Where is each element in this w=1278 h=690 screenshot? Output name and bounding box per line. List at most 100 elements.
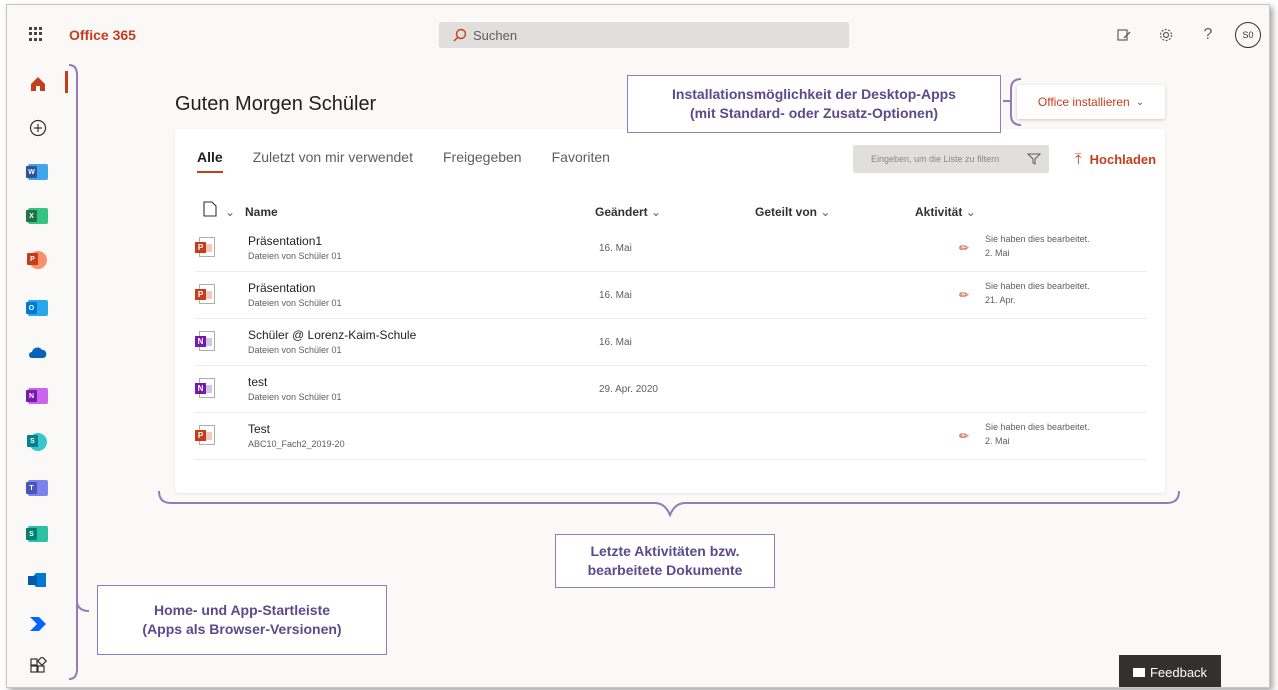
file-location: Dateien von Schüler 01 (248, 392, 342, 402)
excel-app-icon: X (26, 208, 48, 224)
rail-powerpoint[interactable]: P (23, 245, 53, 275)
home-icon (31, 77, 45, 91)
teams-app-icon: T (26, 480, 48, 496)
search-icon (453, 28, 467, 42)
file-tabs: Alle Zuletzt von mir verwendet Freigegeb… (197, 149, 640, 173)
office-brand-link[interactable]: Office 365 (69, 27, 136, 43)
file-name[interactable]: Test (248, 422, 270, 436)
rail-home[interactable] (23, 69, 53, 99)
table-row[interactable]: N Schüler @ Lorenz-Kaim-Schule Dateien v… (195, 319, 1147, 366)
filter-placeholder: Eingeben, um die Liste zu filtern (871, 154, 1000, 164)
file-name[interactable]: Präsentation1 (248, 234, 322, 248)
tab-shared[interactable]: Freigegeben (443, 149, 522, 173)
install-office-button[interactable]: Office installieren ⌄ (1017, 85, 1165, 119)
table-row[interactable]: P Präsentation Dateien von Schüler 01 16… (195, 272, 1147, 319)
file-type-sort-chevron-icon[interactable]: ⌄ (225, 205, 235, 219)
file-type-column-icon[interactable] (203, 201, 217, 220)
rail-create[interactable] (23, 113, 53, 143)
top-bar: Office 365 Suchen ? S0 (7, 5, 1269, 61)
help-icon[interactable]: ? (1193, 20, 1223, 50)
onedrive-app-icon (29, 347, 47, 358)
create-icon (29, 119, 47, 137)
file-modified-date: 16. Mai (599, 337, 632, 348)
table-row[interactable]: P Test ABC10_Fach2_2019-20 ✏︎ Sie haben … (195, 413, 1147, 460)
sharepoint-app-icon: S (27, 433, 47, 451)
file-location: Dateien von Schüler 01 (248, 251, 342, 261)
annotation-install-line1: Installationsmöglichkeit der Desktop-App… (672, 86, 956, 102)
tab-all[interactable]: Alle (197, 149, 223, 173)
tab-recent[interactable]: Zuletzt von mir verwendet (253, 149, 413, 173)
feedback-label: Feedback (1149, 664, 1208, 680)
settings-gear-icon[interactable] (1151, 20, 1181, 50)
top-icons: ? S0 (1097, 20, 1261, 50)
upload-button[interactable]: ⤒ Hochladen (1075, 151, 1156, 168)
annotation-rail-line2: (Apps als Browser-Versionen) (142, 621, 342, 637)
rail-sharepoint[interactable]: S (23, 427, 53, 457)
whats-new-icon[interactable] (1109, 20, 1139, 50)
rail-sway[interactable]: S (23, 519, 53, 549)
table-row[interactable]: N test Dateien von Schüler 01 29. Apr. 2… (195, 366, 1147, 413)
edit-pencil-icon: ✏︎ (959, 288, 970, 302)
install-office-label: Office installieren (1037, 95, 1130, 109)
app-launcher-icon[interactable] (29, 27, 43, 41)
rail-onenote[interactable]: N (23, 381, 53, 411)
file-name[interactable]: Schüler @ Lorenz-Kaim-Schule (248, 328, 416, 342)
file-name[interactable]: test (248, 375, 267, 389)
annotation-rail: Home- und App-Startleiste (Apps als Brow… (97, 585, 387, 655)
rail-onedrive[interactable] (23, 337, 53, 367)
onenote-file-icon: N (195, 378, 215, 400)
recent-files-bracket (158, 490, 1180, 518)
tab-favorites[interactable]: Favoriten (552, 149, 610, 173)
search-placeholder: Suchen (473, 27, 518, 43)
power-automate-app-icon (30, 617, 46, 631)
rail-power-automate[interactable] (23, 609, 53, 639)
column-header-activity[interactable]: Aktivität ⌄ (915, 205, 976, 219)
column-header-shared-by[interactable]: Geteilt von ⌄ (755, 205, 830, 219)
activity-text: Sie haben dies bearbeitet. (985, 234, 1090, 244)
rail-outlook[interactable]: O (23, 293, 53, 323)
user-avatar[interactable]: S0 (1235, 22, 1261, 48)
onenote-file-icon: N (195, 331, 215, 353)
powerpoint-file-icon: P (195, 237, 215, 259)
table-row[interactable]: P Präsentation1 Dateien von Schüler 01 1… (195, 225, 1147, 272)
all-apps-icon (30, 657, 47, 673)
search-input[interactable]: Suchen (439, 22, 849, 48)
activity-text: Sie haben dies bearbeitet. (985, 422, 1090, 432)
annotation-install: Installationsmöglichkeit der Desktop-App… (627, 75, 1001, 133)
rail-forms[interactable] (23, 565, 53, 595)
file-modified-date: 16. Mai (599, 243, 632, 254)
onenote-app-icon: N (26, 388, 48, 404)
feedback-button[interactable]: Feedback (1119, 655, 1221, 687)
filter-funnel-icon (1027, 153, 1041, 165)
column-header-modified[interactable]: Geändert ⌄ (595, 205, 661, 219)
file-modified-date: 29. Apr. 2020 (599, 384, 658, 395)
outlook-app-icon: O (26, 300, 48, 316)
annotation-install-line2: (mit Standard- oder Zusatz-Optionen) (689, 105, 939, 121)
annotation-recent-line2: bearbeitete Dokumente (587, 562, 743, 578)
file-modified-date: 16. Mai (599, 290, 632, 301)
annotation-recent: Letzte Aktivitäten bzw. bearbeitete Doku… (555, 534, 775, 588)
column-header-name[interactable]: Name (245, 205, 278, 219)
activity-text: Sie haben dies bearbeitet. (985, 281, 1090, 291)
rail-teams[interactable]: T (23, 473, 53, 503)
recent-files-card: Alle Zuletzt von mir verwendet Freigegeb… (175, 129, 1165, 493)
sway-app-icon: S (26, 526, 48, 542)
file-location: Dateien von Schüler 01 (248, 298, 342, 308)
upload-arrow-icon: ⤒ (1075, 151, 1082, 168)
install-bracket (1003, 78, 1022, 126)
powerpoint-app-icon: P (27, 251, 47, 269)
rail-excel[interactable]: X (23, 201, 53, 231)
rail-all-apps[interactable] (23, 651, 53, 681)
activity-date: 21. Apr. (985, 295, 1016, 305)
file-name[interactable]: Präsentation (248, 281, 315, 295)
filter-input[interactable]: Eingeben, um die Liste zu filtern (853, 145, 1049, 173)
word-app-icon: W (26, 164, 48, 180)
page-title: Guten Morgen Schüler (175, 93, 377, 115)
file-location: Dateien von Schüler 01 (248, 345, 342, 355)
browser-frame: Office 365 Suchen ? S0 W X P O N S T S G… (6, 4, 1270, 688)
rail-word[interactable]: W (23, 157, 53, 187)
table-header: ⌄ Name Geändert ⌄ Geteilt von ⌄ Aktivitä… (195, 201, 1145, 223)
powerpoint-file-icon: P (195, 284, 215, 306)
edit-pencil-icon: ✏︎ (959, 241, 970, 255)
activity-date: 2. Mai (985, 248, 1010, 258)
